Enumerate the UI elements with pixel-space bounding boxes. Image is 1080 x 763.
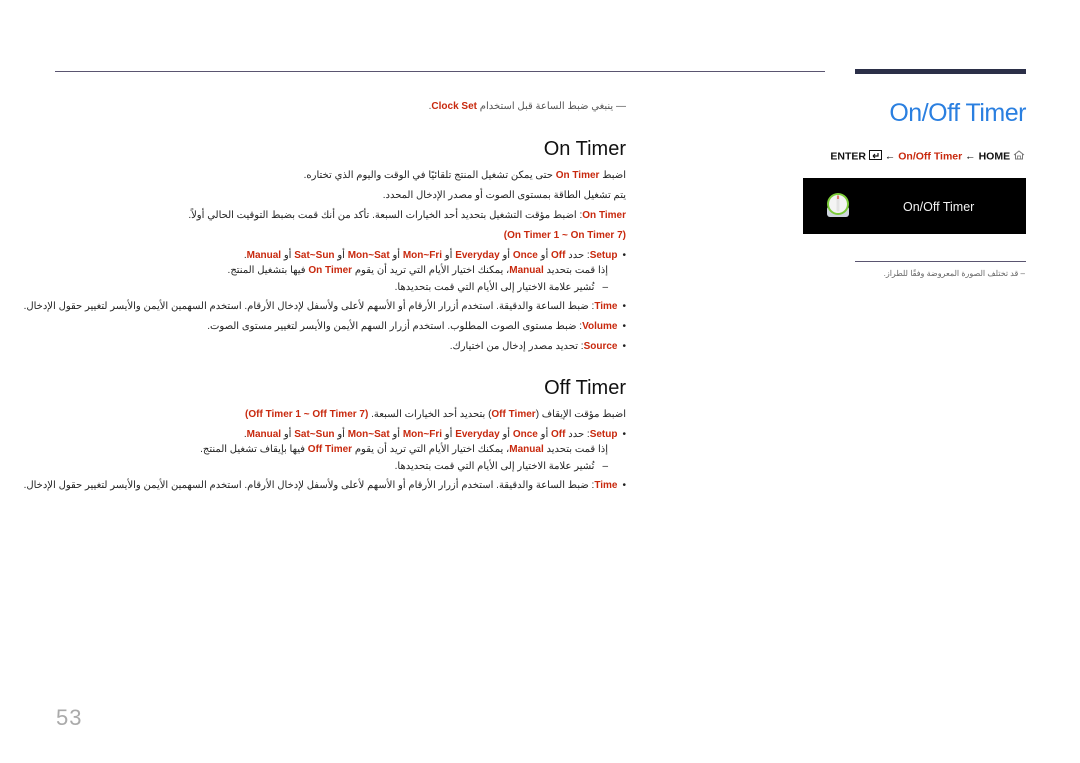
on-volume-item: Volume: ضبط مستوى الصوت المطلوب. استخدم … (207, 321, 626, 332)
menu-preview: On/Off Timer (803, 178, 1026, 234)
text: إذا قمت بتحديد (543, 265, 609, 276)
on-setup-item: Setup: حدد Off أو Once أو Everyday أو Mo… (244, 250, 626, 261)
content: — ينبغي ضبط الساعة قبل استخدام Clock Set… (24, 0, 626, 763)
text: فيها بتشغيل المنتج. (227, 265, 309, 276)
section-heading-off-timer: Off Timer (544, 377, 626, 399)
text: إذا قمت بتحديد (543, 444, 609, 455)
or: أو (442, 429, 456, 440)
on-manual-note: إذا قمت بتحديد Manual، يمكنك اختيار الأي… (228, 265, 608, 276)
text: فيها بإيقاف تشغيل المنتج. (200, 444, 308, 455)
option: Once (512, 429, 538, 440)
option: Everyday (455, 429, 500, 440)
on-check-note: تُشير علامة الاختيار إلى الأيام التي قمت… (395, 282, 608, 293)
enter-icon (868, 150, 882, 163)
home-label: HOME (978, 150, 1011, 163)
text: : حدد (565, 429, 590, 440)
option: Everyday (455, 250, 500, 261)
keyword: Off Timer (307, 444, 353, 455)
text: ، يمكنك اختيار الأيام التي تريد أن يقوم (352, 444, 510, 455)
keyword: Manual (509, 265, 544, 276)
option: Sat~Sun (294, 429, 335, 440)
off-setup-item: Setup: حدد Off أو Once أو Everyday أو Mo… (244, 429, 626, 440)
off-time-item: Time: ضبط الساعة والدقيقة. استخدم أزرار … (24, 480, 626, 491)
text: : ضبط الساعة والدقيقة. استخدم أزرار الأر… (23, 301, 595, 312)
keyword: Time (594, 301, 618, 312)
on-timer-power-note: يتم تشغيل الطاقة بمستوى الصوت أو مصدر ال… (382, 190, 626, 201)
note-keyword: Clock Set (431, 101, 477, 112)
keyword: On Timer (555, 170, 600, 181)
text: اضبط مؤقت الإيقاف ( (535, 409, 626, 420)
on-timer-intro: اضبط On Timer حتى يمكن تشغيل المنتج تلقا… (304, 170, 626, 181)
or: أو (334, 250, 348, 261)
option: Mon~Fri (402, 429, 443, 440)
option: Mon~Fri (402, 250, 443, 261)
keyword: On Timer (308, 265, 353, 276)
keyword: Setup (589, 250, 618, 261)
option: Once (512, 250, 538, 261)
page-number: 53 (56, 705, 83, 730)
keyword: Volume (582, 321, 618, 332)
enter-label: ENTER (830, 150, 866, 163)
off-manual-note: إذا قمت بتحديد Manual، يمكنك اختيار الأي… (200, 444, 608, 455)
text: : تحديد مصدر إدخال من اختيارك. (449, 341, 584, 352)
side-rule (855, 261, 1026, 262)
on-timer-range: (On Timer 1 ~ On Timer 7) (503, 230, 626, 241)
menu-path-item: On/Off Timer (898, 150, 963, 163)
keyword: Off Timer (491, 409, 536, 420)
section-heading-on-timer: On Timer (543, 138, 626, 160)
home-icon (1013, 150, 1025, 163)
text: : حدد (565, 250, 590, 261)
timer-knob-icon (825, 192, 851, 218)
text: ، يمكنك اختيار الأيام التي تريد أن يقوم (352, 265, 510, 276)
or: أو (537, 429, 552, 440)
text: : اضبط مؤقت التشغيل بتحديد أحد الخيارات … (188, 210, 583, 221)
or: أو (389, 250, 403, 261)
keyword: Source (583, 341, 618, 352)
clock-set-note: — ينبغي ضبط الساعة قبل استخدام Clock Set… (429, 101, 626, 112)
or: أو (442, 250, 456, 261)
keyword: Manual (509, 444, 544, 455)
text: : ضبط مستوى الصوت المطلوب. استخدم أزرار … (207, 321, 583, 332)
or: أو (281, 250, 295, 261)
option: Off (551, 250, 566, 261)
page-title: On/Off Timer (889, 99, 1026, 127)
text: ) بتحديد أحد الخيارات السبعة. (368, 409, 492, 420)
menu-preview-label: On/Off Timer (903, 200, 975, 214)
menu-path: ENTER ← On/Off Timer ← HOME (830, 150, 1025, 163)
option: Off (551, 429, 566, 440)
or: أو (389, 429, 403, 440)
or: أو (499, 250, 513, 261)
note-text: — ينبغي ضبط الساعة قبل استخدام (477, 101, 626, 112)
on-timer-description: On Timer: اضبط مؤقت التشغيل بتحديد أحد ا… (188, 210, 626, 221)
option: Mon~Sat (347, 429, 390, 440)
keyword: Setup (589, 429, 618, 440)
option: Manual (246, 250, 282, 261)
text: اضبط (599, 170, 626, 181)
or: أو (281, 429, 295, 440)
text: : ضبط الساعة والدقيقة. استخدم أزرار الأر… (23, 480, 595, 491)
or: أو (499, 429, 513, 440)
keyword: On Timer (582, 210, 626, 221)
on-source-item: Source: تحديد مصدر إدخال من اختيارك. (450, 341, 626, 352)
option: Manual (246, 429, 282, 440)
keyword: Time (594, 480, 618, 491)
text: حتى يمكن تشغيل المنتج تلقائيًا في الوقت … (303, 170, 556, 181)
or: أو (334, 429, 348, 440)
header-rule-right (855, 69, 1026, 74)
arrow-icon: ← (884, 150, 896, 163)
option: Sat~Sun (294, 250, 335, 261)
off-check-note: تُشير علامة الاختيار إلى الأيام التي قمت… (395, 461, 608, 472)
on-time-item: Time: ضبط الساعة والدقيقة. استخدم أزرار … (24, 301, 626, 312)
option: Mon~Sat (347, 250, 390, 261)
side-note: – قد تختلف الصورة المعروضة وفقًا للطراز. (883, 269, 1025, 278)
off-timer-range: (Off Timer 1 ~ Off Timer 7) (245, 409, 369, 420)
off-timer-description: اضبط مؤقت الإيقاف (Off Timer) بتحديد أحد… (245, 409, 626, 420)
or: أو (537, 250, 552, 261)
arrow-icon: ← (965, 150, 976, 163)
